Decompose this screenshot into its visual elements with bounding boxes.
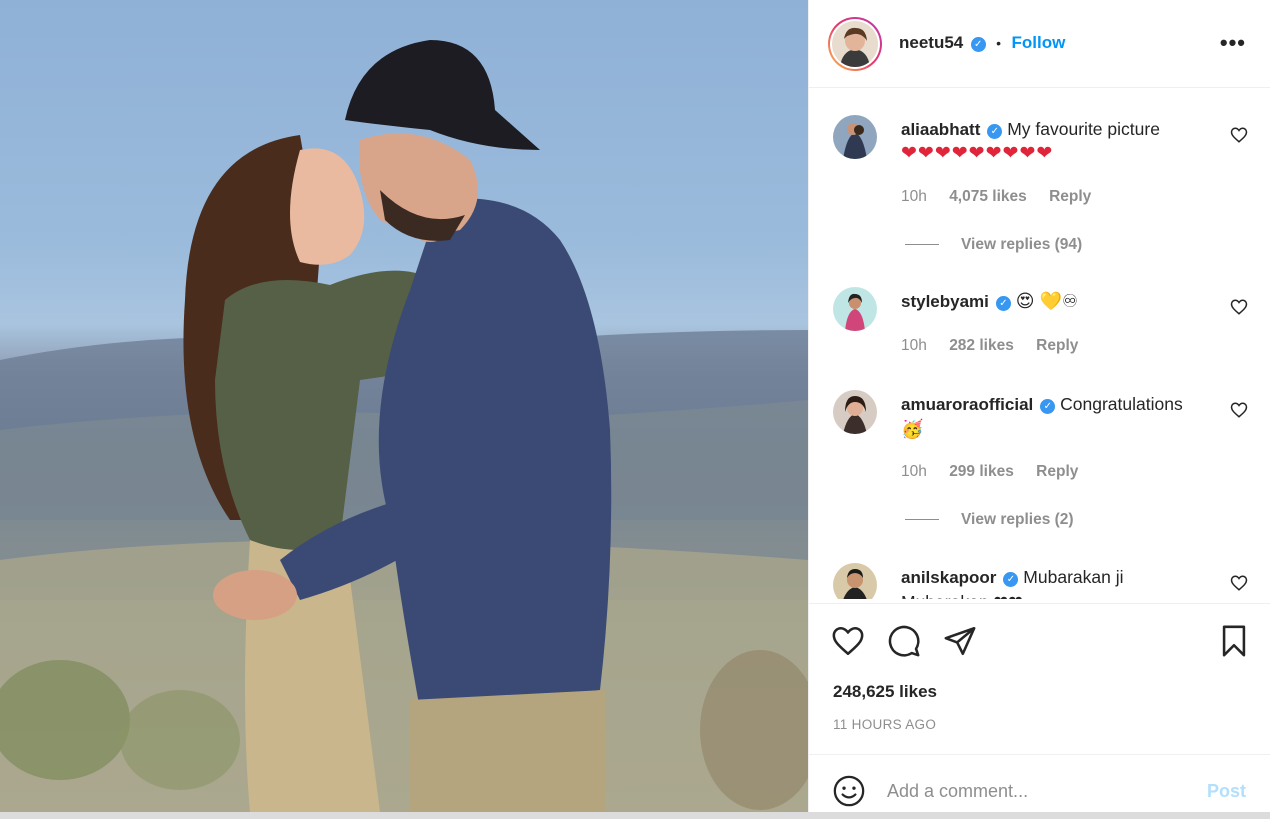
heart-icon[interactable] [831,624,865,658]
view-replies-divider [905,244,939,246]
verified-badge-icon: ✓ [970,37,986,52]
comment-body: Mubarakan ji [1023,567,1124,587]
comment-text: amuaroraofficial ✓ Congratulations 🥳 [901,392,1211,441]
comment-meta: 10h 4,075 likes Reply [901,188,1109,206]
comment-emoji: ❤❤❤❤❤❤❤❤❤ [901,143,1054,164]
commenter-avatar[interactable] [833,287,877,331]
commenter-username[interactable]: aliaabhatt [901,120,980,139]
view-replies-button[interactable]: View replies (2) [905,511,1074,529]
comment-text: aliaabhatt ✓ My favourite picture ❤❤❤❤❤❤❤… [901,117,1211,166]
like-comment-heart-icon[interactable] [1230,298,1248,316]
commenter-avatar[interactable] [833,115,877,159]
commenter-avatar-image [833,287,877,331]
emoji-icon[interactable] [832,774,866,808]
comment-icon[interactable] [887,624,921,658]
share-icon[interactable] [943,624,977,658]
comment-text: stylebyami ✓ 😍 💛♾ [901,289,1211,314]
comment-time: 10h [901,463,927,480]
commenter-username[interactable]: stylebyami [901,292,989,311]
comment-time: 10h [901,337,927,354]
commenter-username[interactable]: anilskapoor [901,568,996,587]
post-likes-count[interactable]: 248,625 likes [833,682,937,702]
comment-composer: Post [809,754,1270,812]
post-header: neetu54 ✓ • Follow ••• [809,0,1270,88]
verified-badge-icon: ✓ [995,296,1011,311]
verified-badge-icon: ✓ [1040,399,1056,414]
post-actions: 248,625 likes 11 HOURS AGO [809,603,1270,753]
like-comment-heart-icon[interactable] [1230,574,1248,592]
comment-body: My favourite picture [1007,119,1160,139]
comment-likes[interactable]: 282 likes [949,337,1014,354]
comment-time: 10h [901,188,927,205]
commenter-username[interactable]: amuaroraofficial [901,395,1033,414]
comment-meta: 10h 299 likes Reply [901,463,1096,481]
author-avatar-image [832,21,878,67]
commenter-avatar-image [833,563,877,599]
post-image-illustration [0,40,808,812]
reply-button[interactable]: Reply [1036,337,1078,354]
verified-badge-icon: ✓ [1003,572,1019,587]
more-options-icon[interactable]: ••• [1220,30,1246,56]
post-timestamp: 11 HOURS AGO [833,717,937,732]
post-side-panel: neetu54 ✓ • Follow ••• aliaabhatt ✓ My fa… [808,0,1270,812]
follow-button[interactable]: Follow [1012,33,1066,52]
view-replies-label: View replies (2) [961,511,1074,528]
post-photo[interactable] [0,0,808,812]
author-line: neetu54 ✓ • Follow [899,33,1065,53]
comment-likes[interactable]: 299 likes [949,463,1014,480]
comment-meta: 10h 282 likes Reply [901,337,1096,355]
commenter-avatar-image [833,115,877,159]
comment-input[interactable] [887,774,1187,808]
view-replies-divider [905,519,939,521]
comment-likes[interactable]: 4,075 likes [949,188,1027,205]
verified-badge-icon: ✓ [987,124,1003,139]
bookmark-icon[interactable] [1217,624,1251,658]
comments-list[interactable]: aliaabhatt ✓ My favourite picture ❤❤❤❤❤❤❤… [809,89,1270,599]
reply-button[interactable]: Reply [1049,188,1091,205]
reply-button[interactable]: Reply [1036,463,1078,480]
view-replies-button[interactable]: View replies (94) [905,236,1082,254]
view-replies-label: View replies (94) [961,236,1083,253]
comment-emoji: Mubarakan ❤❤ [901,590,1211,599]
author-username[interactable]: neetu54 [899,33,963,52]
comment-emoji: 😍 💛♾ [1015,291,1079,311]
like-comment-heart-icon[interactable] [1230,401,1248,419]
comment-emoji: 🥳 [901,419,924,439]
comment-text: anilskapoor ✓ Mubarakan ji Mubarakan ❤❤ [901,565,1211,599]
commenter-avatar-image [833,390,877,434]
commenter-avatar[interactable] [833,390,877,434]
like-comment-heart-icon[interactable] [1230,126,1248,144]
post-comment-button[interactable]: Post [1207,781,1246,802]
comment-body: Congratulations [1060,394,1183,414]
separator-dot: • [996,35,1002,51]
author-avatar[interactable] [828,17,882,71]
commenter-avatar[interactable] [833,563,877,599]
window-bottom-edge [0,812,1270,819]
